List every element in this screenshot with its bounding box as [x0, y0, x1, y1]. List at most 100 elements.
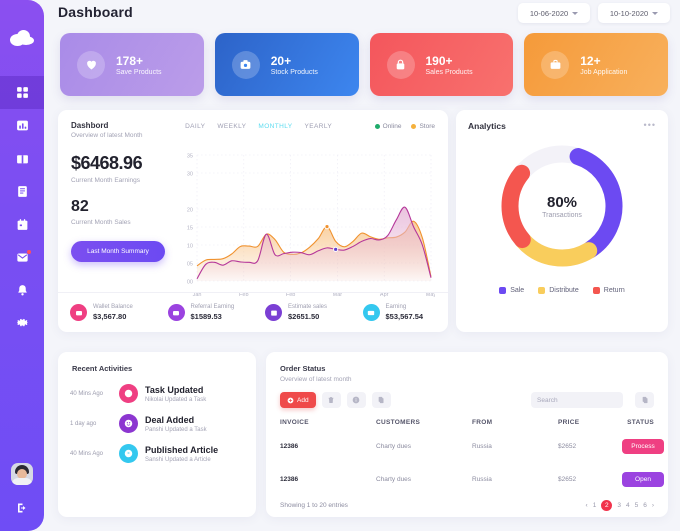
sidebar-item-notifications[interactable]	[0, 274, 44, 307]
tab-monthly[interactable]: MONTHLY	[258, 123, 292, 130]
sidebar-item-documents[interactable]	[0, 175, 44, 208]
article-icon	[119, 444, 138, 463]
kpi-value: 12+	[580, 53, 601, 68]
sidebar-item-gifts[interactable]	[0, 142, 44, 175]
mini-stat-3[interactable]: Earning $53,567.54	[351, 304, 449, 321]
svg-text:20: 20	[187, 207, 193, 213]
page-2[interactable]: 2	[601, 500, 613, 511]
kpi-card-2[interactable]: 190+ Sales Products	[369, 33, 514, 96]
last-month-summary-button[interactable]: Last Month Summary	[71, 241, 165, 262]
page-1[interactable]: 1	[593, 502, 597, 509]
kpi-label: Save Products	[116, 68, 162, 76]
sidebar-item-dashboard[interactable]	[0, 76, 44, 109]
copy-button[interactable]	[371, 392, 391, 408]
kpi-card-0[interactable]: 178+ Save Products	[60, 33, 204, 96]
activity-item[interactable]: 40 Mins Ago Published Article Sanshi Upd…	[58, 433, 256, 463]
kpi-label: Sales Products	[425, 68, 473, 76]
sidebar	[0, 0, 44, 531]
earnings-chart: 00 05 10 15 20 30 35 Jan Feb Feb Mar Apr May	[175, 139, 435, 303]
cell-invoice: 12386	[280, 476, 299, 483]
delete-button[interactable]	[321, 392, 341, 408]
order-status-card: Order Status Overview of latest month Ad…	[266, 352, 668, 517]
logout-button[interactable]	[16, 501, 28, 519]
kpi-value: 20+	[270, 53, 292, 68]
order-status-toolbar: Add	[266, 383, 668, 408]
grid-icon	[16, 87, 28, 98]
cell-customer: Charty dues	[376, 476, 412, 483]
avatar[interactable]	[11, 463, 33, 485]
status-badge[interactable]: Process	[622, 439, 664, 454]
activity-list: 40 Mins Ago Task Updated Nikolai Updated…	[58, 373, 256, 463]
tab-yearly[interactable]: YEARLY	[305, 123, 333, 130]
legend-item-online: Online	[374, 123, 401, 130]
svg-text:30: 30	[187, 171, 193, 177]
more-dots-icon[interactable]: •••	[644, 121, 656, 130]
kpi-card-3[interactable]: 12+ Job Application	[524, 33, 668, 96]
search-input[interactable]	[531, 392, 623, 408]
mini-stat-value: $53,567.54	[385, 312, 424, 321]
status-badge[interactable]: Open	[622, 472, 664, 487]
sidebar-item-settings[interactable]	[0, 307, 44, 340]
mini-stat-2[interactable]: Estimate sales $2651.50	[253, 304, 351, 321]
sidebar-item-calendar[interactable]	[0, 208, 44, 241]
cell-status: Open	[622, 463, 664, 496]
document-icon	[17, 186, 27, 197]
mini-stat-label: Wallet Balance	[93, 304, 133, 310]
app-logo[interactable]	[0, 0, 44, 76]
legend-swatch	[411, 124, 417, 129]
current-month-earnings-value: $6468.96	[71, 153, 143, 173]
gear-icon	[16, 318, 28, 327]
mini-stat-0[interactable]: Wallet Balance $3,567.80	[58, 304, 156, 321]
briefcase-icon	[541, 50, 570, 79]
activity-item[interactable]: 1 day ago Deal Added Panshi Updated a Ta…	[58, 403, 256, 433]
sidebar-item-messages[interactable]	[0, 241, 44, 274]
lock-icon	[386, 50, 415, 79]
activity-item[interactable]: 40 Mins Ago Task Updated Nikolai Updated…	[58, 373, 256, 403]
mini-stat-label: Estimate sales	[288, 304, 328, 310]
smile-icon	[119, 414, 138, 433]
analytics-legend-distribute: Distribute	[538, 287, 579, 294]
page-next[interactable]: ›	[652, 502, 654, 509]
add-button-label: Add	[297, 396, 309, 404]
earnings-subtitle: Overview of latest Month	[71, 132, 143, 139]
info-button[interactable]	[346, 392, 366, 408]
tab-weekly[interactable]: WEEKLY	[217, 123, 246, 130]
date-to-select[interactable]: 10-10-2020	[598, 3, 670, 23]
column-header-customers: CUSTOMERS	[376, 419, 421, 426]
table-row[interactable]: 12386 Charty dues Russia $2652 Open	[280, 463, 664, 496]
earnings-legend: Online Store	[374, 121, 435, 139]
page-prev[interactable]: ‹	[586, 502, 588, 509]
gift-icon	[16, 155, 28, 164]
wallet-icon	[70, 304, 87, 321]
svg-text:10: 10	[187, 243, 193, 249]
page-5[interactable]: 5	[635, 502, 639, 509]
date-from-select[interactable]: 10-06-2020	[518, 3, 590, 23]
bell-icon	[17, 285, 27, 296]
page-6[interactable]: 6	[643, 502, 647, 509]
table-header-row: INVOICE CUSTOMERS FROM PRICE STATUS	[280, 415, 654, 430]
page-3[interactable]: 3	[617, 502, 621, 509]
kpi-card-1[interactable]: 20+ Stock Products	[214, 33, 359, 96]
donut-sublabel: Transactions	[542, 211, 582, 219]
cell-customer: Charty dues	[376, 443, 412, 450]
card-icon	[362, 304, 380, 321]
donut-center-label: 80% Transactions	[542, 194, 582, 219]
order-status-title: Order Status	[280, 364, 326, 373]
calendar-icon	[265, 304, 282, 321]
analytics-card: Analytics ••• 80% Transactions Sale Distr…	[456, 110, 668, 332]
order-status-subtitle: Overview of latest month	[280, 376, 352, 383]
sidebar-item-analytics[interactable]	[0, 109, 44, 142]
date-to-value: 10-10-2020	[609, 8, 649, 18]
wallet-icon	[167, 304, 185, 321]
legend-swatch	[592, 287, 600, 294]
table-row[interactable]: 12386 Charty dues Russia $2652 Process	[280, 430, 664, 463]
page-4[interactable]: 4	[626, 502, 630, 509]
export-button[interactable]	[635, 392, 654, 408]
tab-daily[interactable]: DAILY	[185, 123, 205, 130]
add-button[interactable]: Add	[280, 392, 316, 408]
earnings-body: $6468.96 Current Month Earnings 82 Curre…	[58, 139, 448, 303]
table-footer: Showing 1 to 20 entries ‹ 1 2 3 4 5 6 ›	[266, 496, 668, 511]
mini-stat-1[interactable]: Referral Earning $1589.53	[156, 304, 254, 321]
earnings-summary: $6468.96 Current Month Earnings 82 Curre…	[71, 139, 175, 303]
kpi-label: Stock Products	[270, 68, 318, 76]
